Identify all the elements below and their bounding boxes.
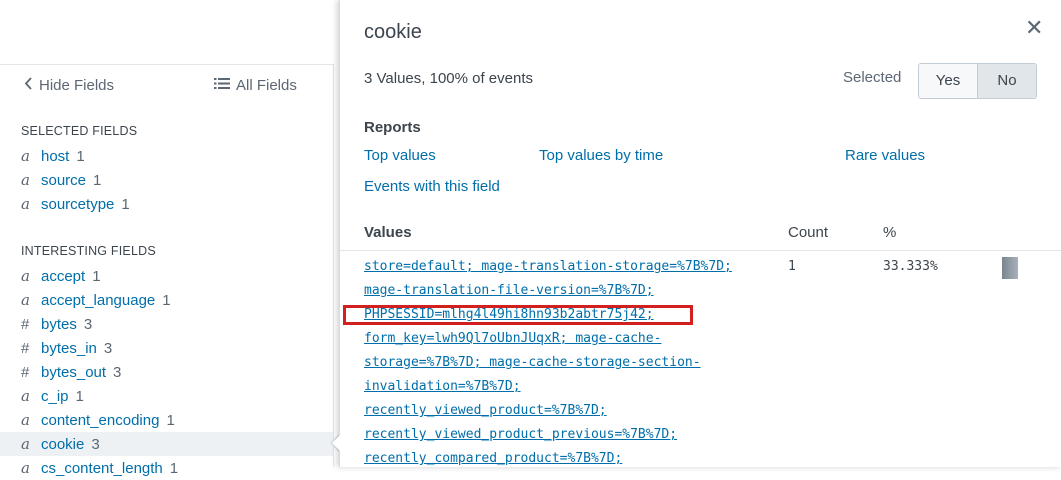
field-stats: 3 Values, 100% of events xyxy=(364,70,533,87)
all-fields-label: All Fields xyxy=(236,77,297,94)
field-item-cookie[interactable]: a cookie 3 xyxy=(0,432,333,456)
selected-no-button[interactable]: No xyxy=(978,64,1036,98)
field-count: 1 xyxy=(121,195,130,213)
report-top-values-link[interactable]: Top values xyxy=(364,147,436,164)
field-name: accept xyxy=(41,267,86,285)
percent-bar xyxy=(1002,257,1018,279)
field-count: 1 xyxy=(162,291,171,309)
value-link-line[interactable]: recently_viewed_product_previous=%7B%7D; xyxy=(364,427,677,442)
value-link-line[interactable]: mage-translation-file-version=%7B%7D; xyxy=(364,283,654,298)
field-type-icon: a xyxy=(21,459,30,477)
annotation-highlight-box xyxy=(343,305,693,325)
field-type-icon: a xyxy=(21,195,30,213)
report-events-with-field-link[interactable]: Events with this field xyxy=(364,178,500,195)
field-count: 1 xyxy=(75,387,84,405)
field-type-icon: # xyxy=(21,339,30,357)
close-icon[interactable]: ✕ xyxy=(1025,15,1043,41)
table-header-divider xyxy=(340,250,1061,251)
field-type-icon: a xyxy=(21,291,30,309)
value-link-line[interactable]: recently_compared_product=%7B%7D; xyxy=(364,451,622,466)
field-item-content-encoding[interactable]: a content_encoding 1 xyxy=(0,408,333,432)
field-name: bytes_in xyxy=(41,339,97,357)
field-name: sourcetype xyxy=(41,195,115,213)
field-item-bytes-out[interactable]: # bytes_out 3 xyxy=(0,360,333,384)
list-icon xyxy=(214,77,230,94)
field-count: 1 xyxy=(76,147,85,165)
field-type-icon: a xyxy=(21,387,30,405)
sidebar-divider-top xyxy=(0,64,333,65)
percent-column-header: % xyxy=(883,224,897,241)
field-type-icon: a xyxy=(21,435,30,453)
field-summary-popup: cookie ✕ 3 Values, 100% of events Select… xyxy=(339,0,1061,467)
value-count: 1 xyxy=(788,259,796,274)
field-count: 3 xyxy=(103,339,113,357)
field-item-host[interactable]: a host 1 xyxy=(0,144,333,168)
value-link-line[interactable]: form_key=lwh9Ql7oUbnJUqxR; mage-cache- xyxy=(364,331,661,346)
field-name: cs_content_length xyxy=(41,459,163,477)
selected-fields-heading: SELECTED FIELDS xyxy=(21,124,138,138)
field-item-c-ip[interactable]: a c_ip 1 xyxy=(0,384,333,408)
field-name: cookie xyxy=(41,435,85,453)
field-item-sourcetype[interactable]: a sourcetype 1 xyxy=(0,192,333,216)
reports-heading: Reports xyxy=(364,119,421,136)
field-name: host xyxy=(41,147,70,165)
field-item-bytes-in[interactable]: # bytes_in 3 xyxy=(0,336,333,360)
value-link-line[interactable]: recently_viewed_product=%7B%7D; xyxy=(364,403,607,418)
popup-title: cookie xyxy=(364,21,422,43)
field-item-accept[interactable]: a accept 1 xyxy=(0,264,333,288)
field-name: source xyxy=(41,171,87,189)
field-item-source[interactable]: a source 1 xyxy=(0,168,333,192)
popup-pointer-inner xyxy=(332,435,340,451)
field-name: c_ip xyxy=(41,387,69,405)
field-count: 3 xyxy=(83,315,93,333)
selected-toggle: Yes No xyxy=(918,63,1037,99)
field-name: content_encoding xyxy=(41,411,160,429)
field-item-accept-language[interactable]: a accept_language 1 xyxy=(0,288,333,312)
field-count: 3 xyxy=(91,435,100,453)
selected-label: Selected xyxy=(843,69,902,86)
field-type-icon: # xyxy=(21,363,30,381)
field-type-icon: # xyxy=(21,315,30,333)
hide-fields-button[interactable]: Hide Fields xyxy=(24,77,114,94)
value-percent: 33.333% xyxy=(883,259,938,274)
field-count: 1 xyxy=(169,459,179,477)
field-type-icon: a xyxy=(21,147,30,165)
interesting-fields-heading: INTERESTING FIELDS xyxy=(21,244,156,258)
selected-yes-button[interactable]: Yes xyxy=(919,64,978,98)
count-column-header: Count xyxy=(788,224,829,241)
field-count: 1 xyxy=(93,171,102,189)
value-link-line[interactable]: store=default; mage-translation-storage=… xyxy=(364,259,732,274)
field-type-icon: a xyxy=(21,171,30,189)
sidebar-divider-right xyxy=(333,64,334,467)
field-type-icon: a xyxy=(21,267,30,285)
field-item-cs-content-length[interactable]: a cs_content_length 1 xyxy=(0,456,333,480)
value-link-line[interactable]: storage=%7B%7D; mage-cache-storage-secti… xyxy=(364,355,701,370)
hide-fields-label: Hide Fields xyxy=(39,77,115,94)
field-count: 1 xyxy=(92,267,101,285)
report-rare-values-link[interactable]: Rare values xyxy=(845,147,925,164)
field-count: 1 xyxy=(166,411,175,429)
report-top-values-by-time-link[interactable]: Top values by time xyxy=(539,147,663,164)
field-name: bytes_out xyxy=(41,363,107,381)
field-count: 3 xyxy=(113,363,122,381)
field-item-bytes[interactable]: # bytes 3 xyxy=(0,312,333,336)
fields-sidebar: Hide Fields All Fields SELECTED FIELDS a… xyxy=(0,0,334,477)
field-name: accept_language xyxy=(41,291,156,309)
field-type-icon: a xyxy=(21,411,30,429)
chevron-left-icon xyxy=(24,77,33,94)
values-column-header: Values xyxy=(364,224,412,241)
value-link-line[interactable]: invalidation=%7B%7D; xyxy=(364,379,521,394)
all-fields-button[interactable]: All Fields xyxy=(214,77,297,94)
field-name: bytes xyxy=(41,315,77,333)
